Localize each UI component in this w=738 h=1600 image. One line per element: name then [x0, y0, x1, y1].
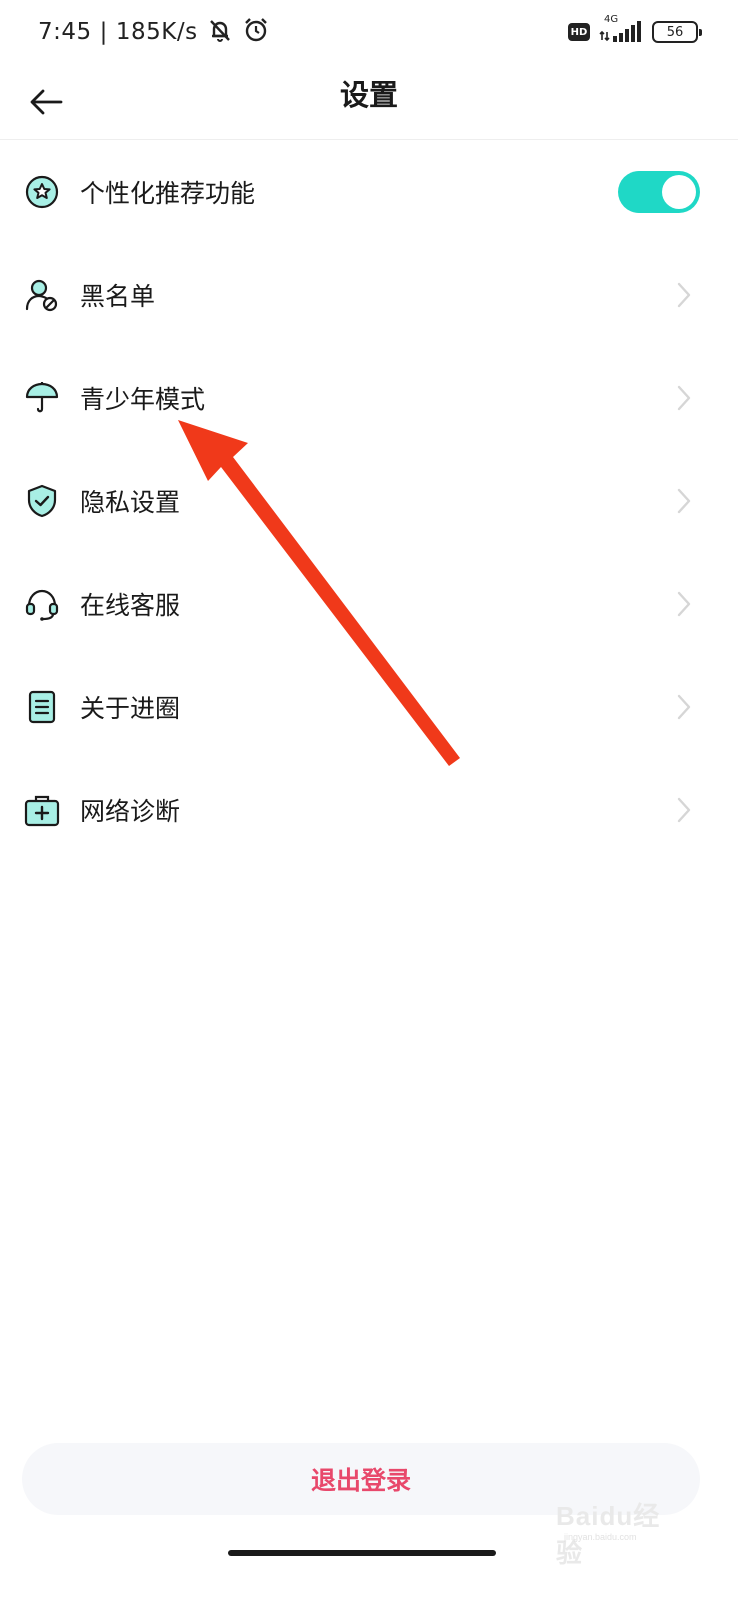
- star-badge-icon: [24, 174, 60, 210]
- settings-row-about[interactable]: 关于进圈: [0, 655, 738, 758]
- chevron-right-icon: [676, 384, 692, 412]
- personalized-recommendation-toggle[interactable]: [618, 170, 700, 213]
- settings-row-personalized-recommendation: 个性化推荐功能: [0, 140, 738, 243]
- status-bar: 7:45 | 185K/s HD 4G 56: [0, 0, 738, 64]
- chevron-right-icon: [676, 487, 692, 515]
- toggle-knob: [662, 174, 696, 209]
- alarm-icon: [242, 16, 270, 48]
- settings-row-teen-mode[interactable]: 青少年模式: [0, 346, 738, 449]
- status-right: HD 4G 56: [568, 14, 702, 50]
- settings-row-network-diagnosis[interactable]: 网络诊断: [0, 758, 738, 861]
- battery-level: 56: [666, 24, 684, 40]
- logout-label: 退出登录: [310, 1466, 411, 1495]
- shield-check-icon: [24, 483, 60, 519]
- settings-list: 个性化推荐功能 黑名单 青少年模式 隐私设置 在线客服 关于进圈 网络诊断: [0, 140, 738, 861]
- chevron-right-icon: [676, 590, 692, 618]
- chevron-right-icon: [676, 693, 692, 721]
- watermark-logo: Baidu经验 jingyan.baidu.com: [556, 1496, 686, 1568]
- settings-row-label: 关于进圈: [80, 693, 181, 723]
- chevron-right-icon: [676, 796, 692, 824]
- settings-row-label: 黑名单: [80, 281, 156, 311]
- hd-icon: HD: [568, 23, 590, 41]
- medical-kit-icon: [24, 792, 60, 828]
- signal-icon: 4G: [598, 14, 644, 46]
- mute-icon: [206, 16, 234, 48]
- page-title: 设置: [339, 78, 398, 112]
- status-left: 7:45 | 185K/s: [38, 14, 270, 50]
- settings-row-label: 青少年模式: [80, 384, 206, 414]
- status-time: 7:45: [38, 19, 92, 45]
- document-icon: [24, 689, 60, 725]
- nav-bar: 设置: [0, 64, 738, 140]
- settings-row-privacy[interactable]: 隐私设置: [0, 449, 738, 552]
- settings-row-customer-service[interactable]: 在线客服: [0, 552, 738, 655]
- battery-icon: 56: [652, 21, 702, 43]
- settings-row-label: 在线客服: [80, 590, 181, 620]
- user-block-icon: [24, 277, 60, 313]
- status-speed: 185K/s: [115, 19, 198, 45]
- settings-row-label: 网络诊断: [80, 796, 181, 826]
- settings-row-label: 隐私设置: [80, 487, 181, 517]
- chevron-right-icon: [676, 281, 692, 309]
- umbrella-icon: [24, 380, 60, 416]
- home-indicator[interactable]: [228, 1550, 496, 1556]
- watermark-url: jingyan.baidu.com: [564, 1532, 637, 1542]
- headset-icon: [24, 586, 60, 622]
- status-separator: |: [99, 19, 108, 45]
- settings-row-label: 个性化推荐功能: [80, 178, 256, 208]
- settings-row-blacklist[interactable]: 黑名单: [0, 243, 738, 346]
